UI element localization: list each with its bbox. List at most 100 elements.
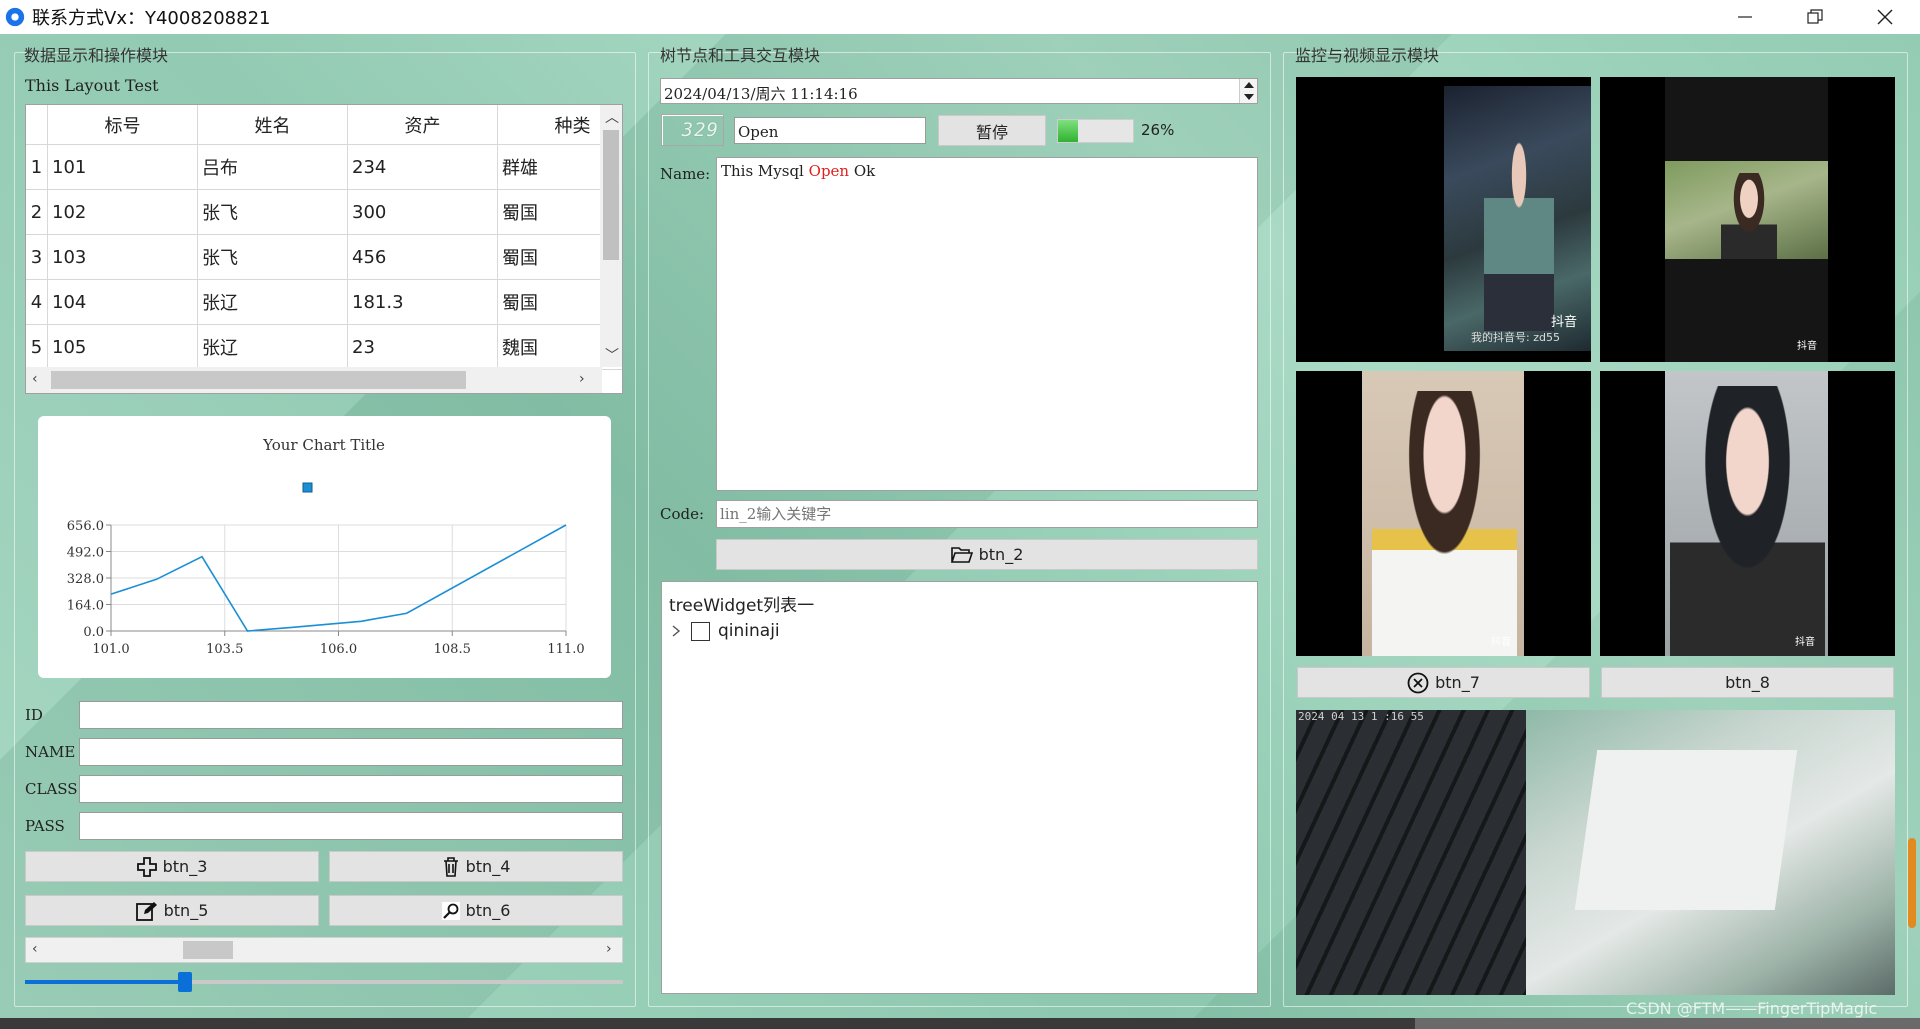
name-text-edit[interactable]: This Mysql Open Ok: [716, 157, 1258, 491]
table-row[interactable]: 4 104 张辽 181.3 蜀国: [26, 280, 622, 325]
scroll-left-icon[interactable]: ‹: [32, 371, 38, 387]
video-3[interactable]: 抖音: [1296, 371, 1591, 656]
scroll-up-icon[interactable]: ︿: [605, 107, 619, 127]
scroll-down-icon[interactable]: ﹀: [605, 345, 619, 365]
watermark: CSDN @FTM——FingerTipMagic: [1626, 999, 1878, 1018]
table-cell[interactable]: 300: [348, 190, 498, 235]
camera-timestamp: 2024 04 13 1 :16 55: [1298, 710, 1424, 723]
scroll-left-icon[interactable]: ‹: [32, 941, 38, 957]
scrollbar-thumb[interactable]: [183, 941, 233, 959]
table-cell[interactable]: 张飞: [198, 235, 348, 280]
btn-6-button[interactable]: btn_6: [329, 895, 623, 926]
row-number: 5: [26, 325, 48, 370]
data-table[interactable]: 标号 姓名 资产 种类 1 101 吕布 234 群雄 2 102 张飞 300…: [25, 104, 623, 394]
mysql-status-highlight: Open: [808, 162, 850, 180]
table-row[interactable]: 3 103 张飞 456 蜀国: [26, 235, 622, 280]
scroll-right-icon[interactable]: ›: [606, 941, 612, 957]
btn-2-button[interactable]: btn_2: [716, 539, 1258, 570]
table-header: 标号 姓名 资产 种类: [26, 105, 622, 145]
table-cell[interactable]: 456: [348, 235, 498, 280]
name-label: NAME: [25, 743, 76, 761]
table-vertical-scrollbar[interactable]: ︿ ﹀: [600, 105, 622, 367]
plus-icon: [136, 856, 157, 877]
y-tick-label: 656.0: [67, 519, 104, 534]
pause-button[interactable]: 暂停: [938, 115, 1046, 146]
table-cell[interactable]: 102: [48, 190, 198, 235]
chart-canvas: Your Chart Title 0.0 164.0 328.0 492.0 656.0…: [67, 436, 585, 657]
datetime-spinner[interactable]: [1239, 79, 1257, 103]
horizontal-scrollbar[interactable]: ‹ ›: [25, 937, 623, 963]
class-input[interactable]: [79, 775, 623, 803]
table-cell[interactable]: 23: [348, 325, 498, 370]
video-4[interactable]: 抖音: [1600, 371, 1895, 656]
y-tick-label: 492.0: [67, 546, 104, 561]
slider-track[interactable]: [25, 980, 623, 984]
column-header[interactable]: 标号: [48, 105, 198, 145]
restore-icon: [1807, 9, 1823, 24]
class-label: CLASS: [25, 780, 78, 798]
table-cell[interactable]: 234: [348, 145, 498, 190]
table-row[interactable]: 2 102 张飞 300 蜀国: [26, 190, 622, 235]
scroll-right-icon[interactable]: ›: [579, 371, 585, 387]
id-input[interactable]: [79, 701, 623, 729]
name-input[interactable]: [79, 738, 623, 766]
close-button[interactable]: [1850, 0, 1920, 34]
scrollbar-thumb[interactable]: [51, 371, 466, 389]
slider-handle[interactable]: [178, 972, 192, 992]
table-cell[interactable]: 张辽: [198, 325, 348, 370]
table-cell[interactable]: 101: [48, 145, 198, 190]
lcd-number: 329: [661, 114, 724, 146]
slider-fill: [25, 980, 185, 984]
open-input[interactable]: Open: [734, 117, 926, 144]
btn-5-label: btn_5: [163, 901, 209, 920]
camera-feed[interactable]: 2024 04 13 1 :16 55: [1296, 710, 1895, 995]
video-2-logo: 抖音: [1797, 341, 1817, 352]
row-number: 1: [26, 145, 48, 190]
table-cell[interactable]: 105: [48, 325, 198, 370]
datetime-edit[interactable]: 2024/04/13/周六 11:14:16: [660, 78, 1258, 104]
restore-button[interactable]: [1780, 0, 1850, 34]
table-horizontal-scrollbar[interactable]: ‹ ›: [26, 367, 602, 393]
table-cell[interactable]: 181.3: [348, 280, 498, 325]
person-silhouette: [1484, 141, 1554, 331]
table-cell[interactable]: 张飞: [198, 190, 348, 235]
lcd-value: 329: [681, 119, 719, 141]
code-input[interactable]: [716, 500, 1258, 528]
window-title: 联系方式Vx：Y4008208821: [32, 8, 271, 29]
app-gear-icon: [5, 7, 25, 27]
btn-8-button[interactable]: btn_8: [1601, 667, 1894, 698]
expand-chevron-icon[interactable]: [669, 624, 683, 638]
table-row[interactable]: 5 105 张辽 23 魏国: [26, 325, 622, 370]
table-cell[interactable]: 104: [48, 280, 198, 325]
tree-item[interactable]: qininaji: [669, 621, 780, 641]
video-1-logo: 抖音: [1551, 315, 1578, 330]
spin-up-icon[interactable]: [1241, 79, 1257, 91]
y-tick-label: 164.0: [67, 599, 104, 614]
table-row[interactable]: 1 101 吕布 234 群雄: [26, 145, 622, 190]
x-tick-label: 108.5: [434, 642, 471, 657]
btn-4-button[interactable]: btn_4: [329, 851, 623, 882]
column-header[interactable]: 资产: [348, 105, 498, 145]
column-header[interactable]: 姓名: [198, 105, 348, 145]
minimize-button[interactable]: [1710, 0, 1780, 34]
table-cell[interactable]: 103: [48, 235, 198, 280]
window-scrollbar[interactable]: [1908, 838, 1916, 928]
btn-7-button[interactable]: btn_7: [1297, 667, 1590, 698]
tree-checkbox[interactable]: [691, 621, 710, 641]
video-2[interactable]: 抖音: [1600, 77, 1895, 362]
spin-down-icon[interactable]: [1241, 91, 1257, 103]
table-cell[interactable]: 吕布: [198, 145, 348, 190]
bottom-strip: [0, 1018, 1920, 1029]
btn-3-button[interactable]: btn_3: [25, 851, 319, 882]
btn-5-button[interactable]: btn_5: [25, 895, 319, 926]
table-cell[interactable]: 张辽: [198, 280, 348, 325]
video-1[interactable]: 我的抖音号: zd55 抖音: [1296, 77, 1591, 362]
legend-marker: [302, 482, 313, 493]
pass-input[interactable]: [79, 812, 623, 840]
tree-widget[interactable]: treeWidget列表一 qininaji: [661, 581, 1258, 994]
line-chart: Your Chart Title 0.0 164.0 328.0 492.0 656.0…: [38, 416, 611, 678]
video-4-frame: [1665, 371, 1828, 656]
scrollbar-thumb[interactable]: [603, 130, 619, 260]
id-label: ID: [25, 706, 43, 724]
layout-label: This Layout Test: [25, 76, 159, 95]
